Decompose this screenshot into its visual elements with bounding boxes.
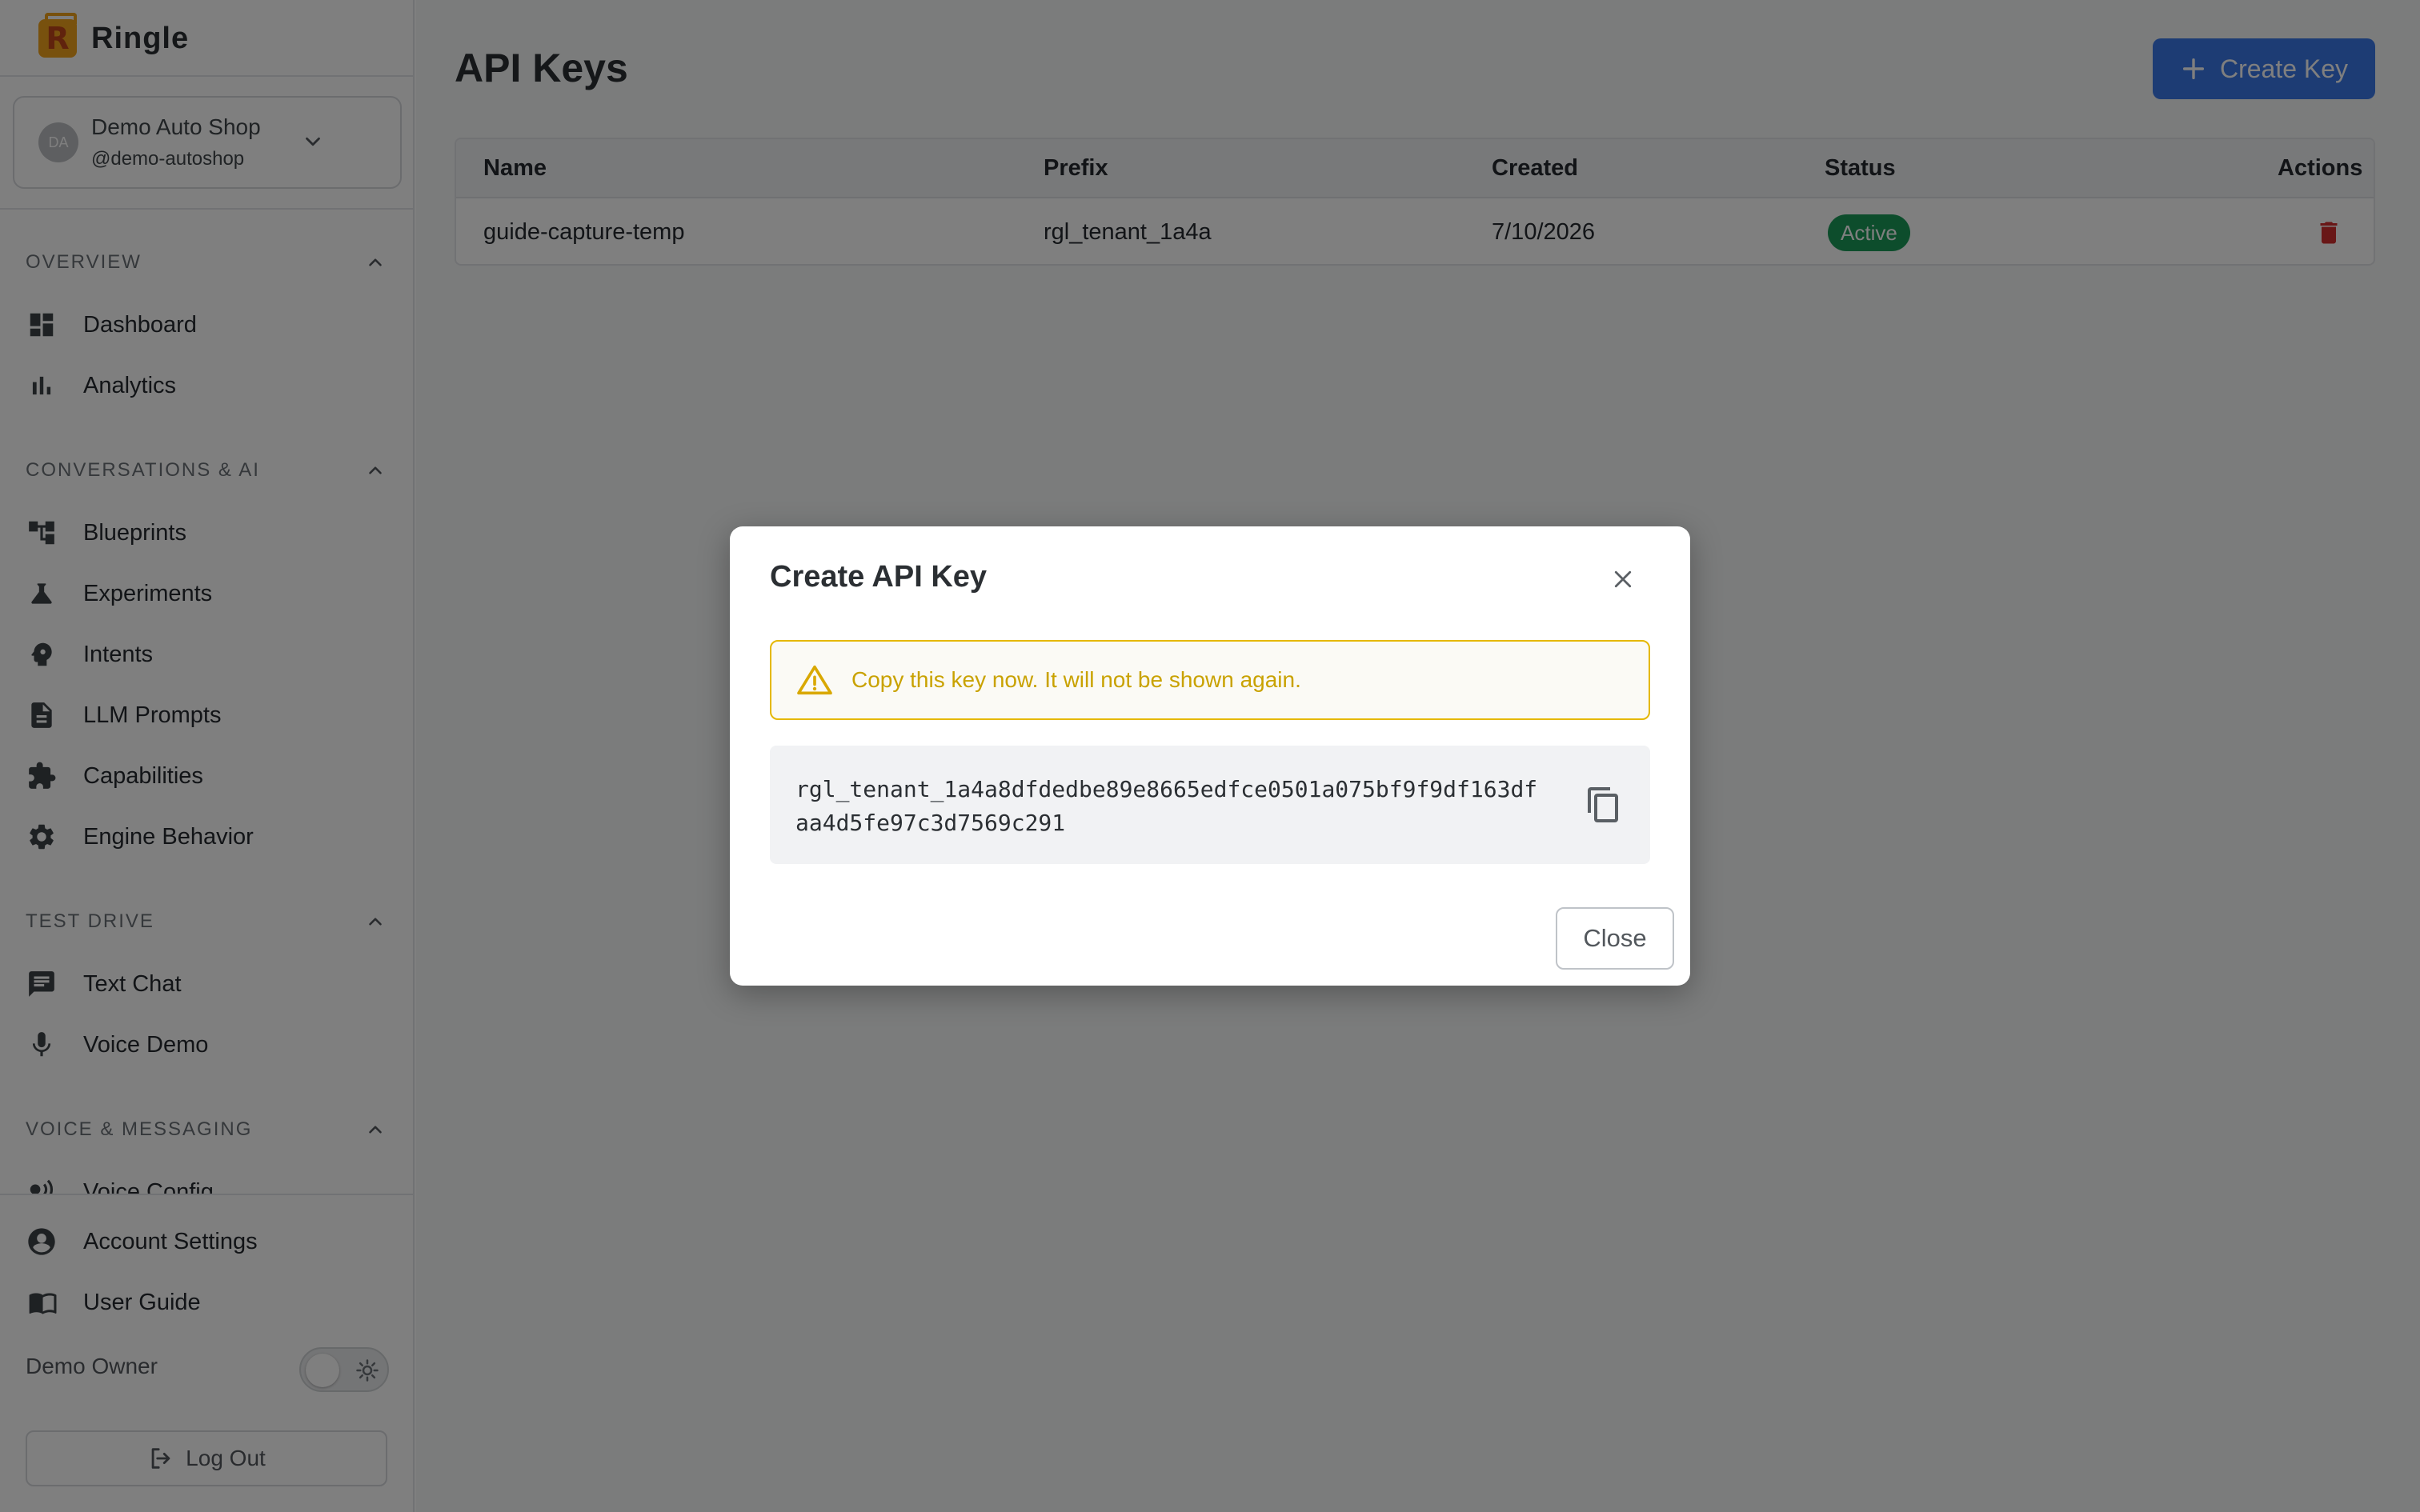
modal-title: Create API Key bbox=[770, 560, 988, 594]
warning-text: Copy this key now. It will not be shown … bbox=[851, 667, 1301, 692]
copy-button[interactable] bbox=[1581, 782, 1626, 827]
api-key-box: rgl_tenant_1a4a8dfdedbe89e8665edfce0501a… bbox=[770, 746, 1650, 864]
create-api-key-modal: Create API Key Copy this key now. It wil… bbox=[730, 526, 1690, 986]
warning-alert: Copy this key now. It will not be shown … bbox=[770, 640, 1650, 720]
close-icon[interactable] bbox=[1605, 562, 1641, 597]
api-key-value[interactable]: rgl_tenant_1a4a8dfdedbe89e8665edfce0501a… bbox=[795, 773, 1548, 840]
close-button[interactable]: Close bbox=[1556, 907, 1674, 970]
warning-icon bbox=[797, 665, 832, 695]
copy-icon bbox=[1588, 787, 1618, 822]
